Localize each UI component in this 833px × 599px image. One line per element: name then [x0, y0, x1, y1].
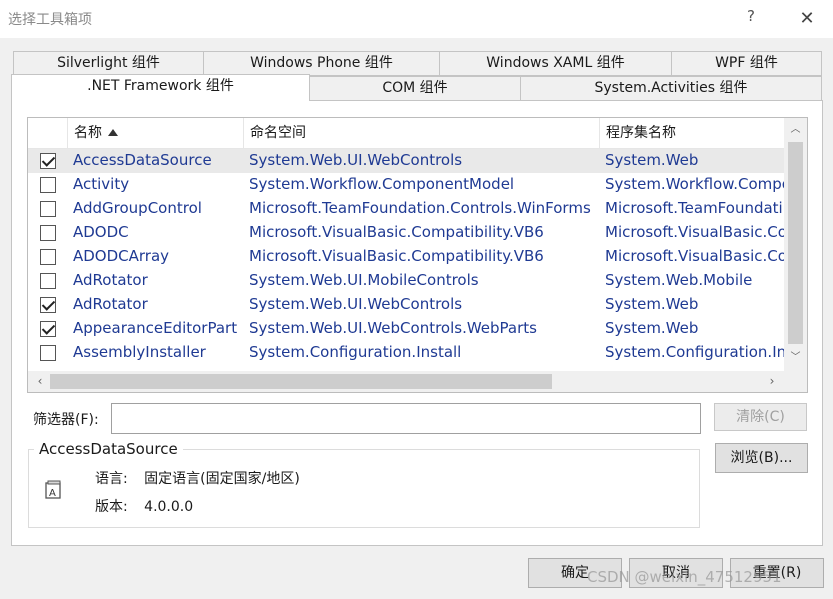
row-name: AdRotator — [73, 295, 148, 313]
header-name[interactable]: 名称 — [67, 118, 243, 149]
row-checkbox[interactable] — [40, 297, 56, 313]
version-value: 4.0.0.0 — [144, 499, 194, 515]
language-value: 固定语言(固定国家/地区) — [144, 471, 300, 487]
row-namespace: System.Web.UI.WebControls.WebParts — [249, 319, 537, 337]
scroll-left-icon[interactable]: ‹ — [32, 373, 48, 389]
tab-system-activities[interactable]: System.Activities 组件 — [520, 76, 822, 101]
row-assembly: System.Web.Mobile — [605, 271, 753, 289]
header-checkbox-column — [28, 118, 67, 149]
row-namespace: System.Web.UI.WebControls — [249, 295, 463, 313]
row-name: AddGroupControl — [73, 199, 202, 217]
row-namespace: Microsoft.VisualBasic.Compatibility.VB6 — [249, 247, 544, 265]
row-assembly: Microsoft.TeamFoundati — [605, 199, 783, 217]
row-assembly: System.Workflow.Compo — [605, 175, 784, 193]
svg-text:A: A — [49, 488, 56, 499]
component-list[interactable]: 名称 命名空间 程序集名称 AccessDataSource System.Web… — [27, 117, 808, 393]
language-line: 语言: 固定语言(固定国家/地区) — [95, 468, 300, 488]
table-row[interactable]: Activity System.Workflow.ComponentModel Sy… — [28, 173, 784, 197]
filter-input[interactable] — [111, 403, 701, 434]
tab-wpf[interactable]: WPF 组件 — [671, 51, 822, 76]
row-name: ADODC — [73, 223, 129, 241]
row-name: ADODCArray — [73, 247, 170, 265]
row-assembly: Microsoft.VisualBasic.Co — [605, 223, 784, 241]
header-namespace[interactable]: 命名空间 — [243, 118, 599, 149]
table-row[interactable]: AdRotator System.Web.UI.MobileControls Sys… — [28, 269, 784, 293]
row-name: AdRotator — [73, 271, 148, 289]
details-group — [28, 449, 700, 528]
table-row[interactable]: AccessDataSource System.Web.UI.WebControl… — [28, 149, 784, 173]
scroll-right-icon[interactable]: › — [764, 373, 780, 389]
window-title: 选择工具箱项 — [8, 12, 92, 28]
tab-windows-phone[interactable]: Windows Phone 组件 — [203, 51, 440, 76]
table-row[interactable]: AdRotator System.Web.UI.WebControls System… — [28, 293, 784, 317]
close-button[interactable]: ✕ — [794, 6, 820, 32]
scroll-down-icon[interactable]: ﹀ — [788, 350, 803, 366]
scroll-up-icon[interactable]: ︿ — [788, 122, 803, 138]
vertical-scroll-thumb[interactable] — [788, 142, 803, 344]
row-checkbox[interactable] — [40, 345, 56, 361]
list-rows: AccessDataSource System.Web.UI.WebControl… — [28, 149, 784, 371]
table-row[interactable]: ADODC Microsoft.VisualBasic.Compatibility… — [28, 221, 784, 245]
list-header: 名称 命名空间 程序集名称 — [28, 118, 784, 149]
watermark: CSDN @weixin_47512951 — [587, 568, 782, 586]
tab-com[interactable]: COM 组件 — [309, 76, 521, 101]
row-assembly: System.Web — [605, 151, 699, 169]
table-row[interactable]: AppearanceEditorPart System.Web.UI.WebCon… — [28, 317, 784, 341]
row-checkbox[interactable] — [40, 177, 56, 193]
component-icon: A — [45, 480, 61, 499]
sort-ascending-icon — [108, 129, 118, 136]
header-name-label: 名称 — [74, 125, 102, 141]
row-name: AssemblyInstaller — [73, 343, 206, 361]
vertical-scrollbar[interactable]: ︿ ﹀ — [784, 118, 807, 371]
scroll-corner — [784, 371, 807, 392]
browse-button[interactable]: 浏览(B)... — [715, 443, 808, 473]
row-checkbox[interactable] — [40, 153, 56, 169]
filter-label: 筛选器(F): — [33, 412, 99, 428]
row-checkbox[interactable] — [40, 321, 56, 337]
horizontal-scrollbar[interactable]: ‹ › — [28, 371, 784, 392]
row-assembly: System.Web — [605, 319, 699, 337]
row-namespace: System.Web.UI.MobileControls — [249, 271, 479, 289]
header-assembly[interactable]: 程序集名称 — [599, 118, 784, 149]
tab-net-framework[interactable]: .NET Framework 组件 — [11, 74, 310, 101]
details-title: AccessDataSource — [34, 440, 183, 458]
row-assembly: System.Web — [605, 295, 699, 313]
row-assembly: Microsoft.VisualBasic.Co — [605, 247, 784, 265]
title-bar: 选择工具箱项 ? ✕ — [0, 0, 833, 38]
tab-silverlight[interactable]: Silverlight 组件 — [13, 51, 204, 76]
table-row[interactable]: AssemblyInstaller System.Configuration.In… — [28, 341, 784, 365]
horizontal-scroll-thumb[interactable] — [50, 374, 552, 389]
tab-windows-xaml[interactable]: Windows XAML 组件 — [439, 51, 672, 76]
language-label: 语言: — [95, 471, 128, 487]
version-line: 版本: 4.0.0.0 — [95, 496, 193, 516]
help-button[interactable]: ? — [740, 7, 762, 29]
row-namespace: System.Configuration.Install — [249, 343, 462, 361]
row-name: Activity — [73, 175, 130, 193]
row-name: AccessDataSource — [73, 151, 212, 169]
row-assembly: System.Configuration.Ins — [605, 343, 784, 361]
clear-button[interactable]: 清除(C) — [714, 403, 807, 431]
row-namespace: System.Workflow.ComponentModel — [249, 175, 515, 193]
row-namespace: System.Web.UI.WebControls — [249, 151, 463, 169]
table-row[interactable]: AddGroupControl Microsoft.TeamFoundation.… — [28, 197, 784, 221]
row-checkbox[interactable] — [40, 201, 56, 217]
table-row[interactable]: ADODCArray Microsoft.VisualBasic.Compatib… — [28, 245, 784, 269]
row-name: AppearanceEditorPart — [73, 319, 238, 337]
row-namespace: Microsoft.VisualBasic.Compatibility.VB6 — [249, 223, 544, 241]
row-checkbox[interactable] — [40, 273, 56, 289]
row-checkbox[interactable] — [40, 249, 56, 265]
row-namespace: Microsoft.TeamFoundation.Controls.WinFor… — [249, 199, 591, 217]
row-checkbox[interactable] — [40, 225, 56, 241]
version-label: 版本: — [95, 499, 128, 515]
